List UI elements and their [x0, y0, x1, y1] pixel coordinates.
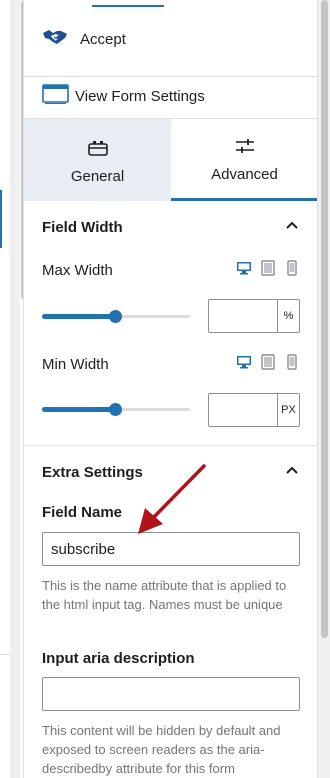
max-width-slider-fill [42, 314, 116, 319]
accept-block-row[interactable]: Accept [24, 18, 318, 60]
settings-tabs: General Advanced [24, 118, 318, 201]
max-width-input[interactable] [208, 299, 278, 333]
tab-general[interactable]: General [24, 119, 171, 201]
field-width-title: Field Width [42, 218, 123, 236]
desktop-icon[interactable] [236, 354, 252, 375]
min-width-slider-fill [42, 407, 116, 412]
tab-general-label: General [70, 167, 125, 185]
field-name-help: This is the name attribute that is appli… [42, 578, 287, 612]
handshake-icon [42, 28, 68, 51]
mobile-icon[interactable] [284, 259, 300, 281]
editor-canvas-edge [0, 0, 29, 778]
panel-scrollbar[interactable] [317, 0, 330, 778]
field-name-label: Field Name [42, 504, 123, 521]
canvas-scrollbar[interactable] [10, 0, 29, 778]
min-width-input[interactable] [208, 393, 278, 427]
min-width-slider-handle[interactable] [109, 403, 122, 416]
tab-advanced-label: Advanced [211, 166, 278, 183]
block-settings-panel: Accept View Form Settings General Advanc… [23, 0, 318, 778]
section-divider [24, 445, 318, 446]
extra-settings-header[interactable]: Extra Settings [42, 462, 300, 482]
max-width-row: Max Width [42, 259, 300, 281]
min-width-unit[interactable]: PX [277, 393, 300, 427]
chevron-up-icon [284, 217, 300, 237]
max-width-slider[interactable] [42, 309, 190, 323]
tab-advanced[interactable]: Advanced [171, 119, 318, 201]
min-width-row: Min Width [42, 353, 300, 375]
field-width-header[interactable]: Field Width [42, 217, 300, 237]
form-window-icon [42, 84, 69, 109]
top-tab-indicator [92, 5, 164, 7]
panel-scrollbar-thumb[interactable] [321, 0, 328, 638]
toolbox-icon [87, 136, 109, 160]
desktop-icon[interactable] [236, 260, 252, 281]
view-form-settings-label: View Form Settings [75, 88, 205, 105]
max-width-label: Max Width [42, 261, 113, 279]
extra-settings-title: Extra Settings [42, 463, 143, 481]
max-width-device-switcher [236, 259, 300, 281]
canvas-divider [0, 654, 10, 655]
max-width-unit[interactable]: % [277, 299, 300, 333]
view-form-settings-link[interactable]: View Form Settings [24, 76, 318, 116]
min-width-label: Min Width [42, 355, 109, 373]
aria-description-help: This content will be hidden by default a… [42, 723, 281, 776]
accept-label: Accept [80, 30, 126, 48]
aria-description-input[interactable] [42, 677, 300, 711]
min-width-slider[interactable] [42, 402, 190, 416]
field-name-input[interactable] [42, 532, 300, 566]
tablet-icon[interactable] [260, 353, 276, 375]
min-width-device-switcher [236, 353, 300, 375]
max-width-slider-handle[interactable] [109, 310, 122, 323]
mobile-icon[interactable] [284, 353, 300, 375]
selected-block-edge [0, 190, 2, 248]
chevron-up-icon [284, 462, 300, 482]
tablet-icon[interactable] [260, 259, 276, 281]
sliders-icon [234, 134, 256, 158]
aria-description-label: Input aria description [42, 650, 195, 667]
